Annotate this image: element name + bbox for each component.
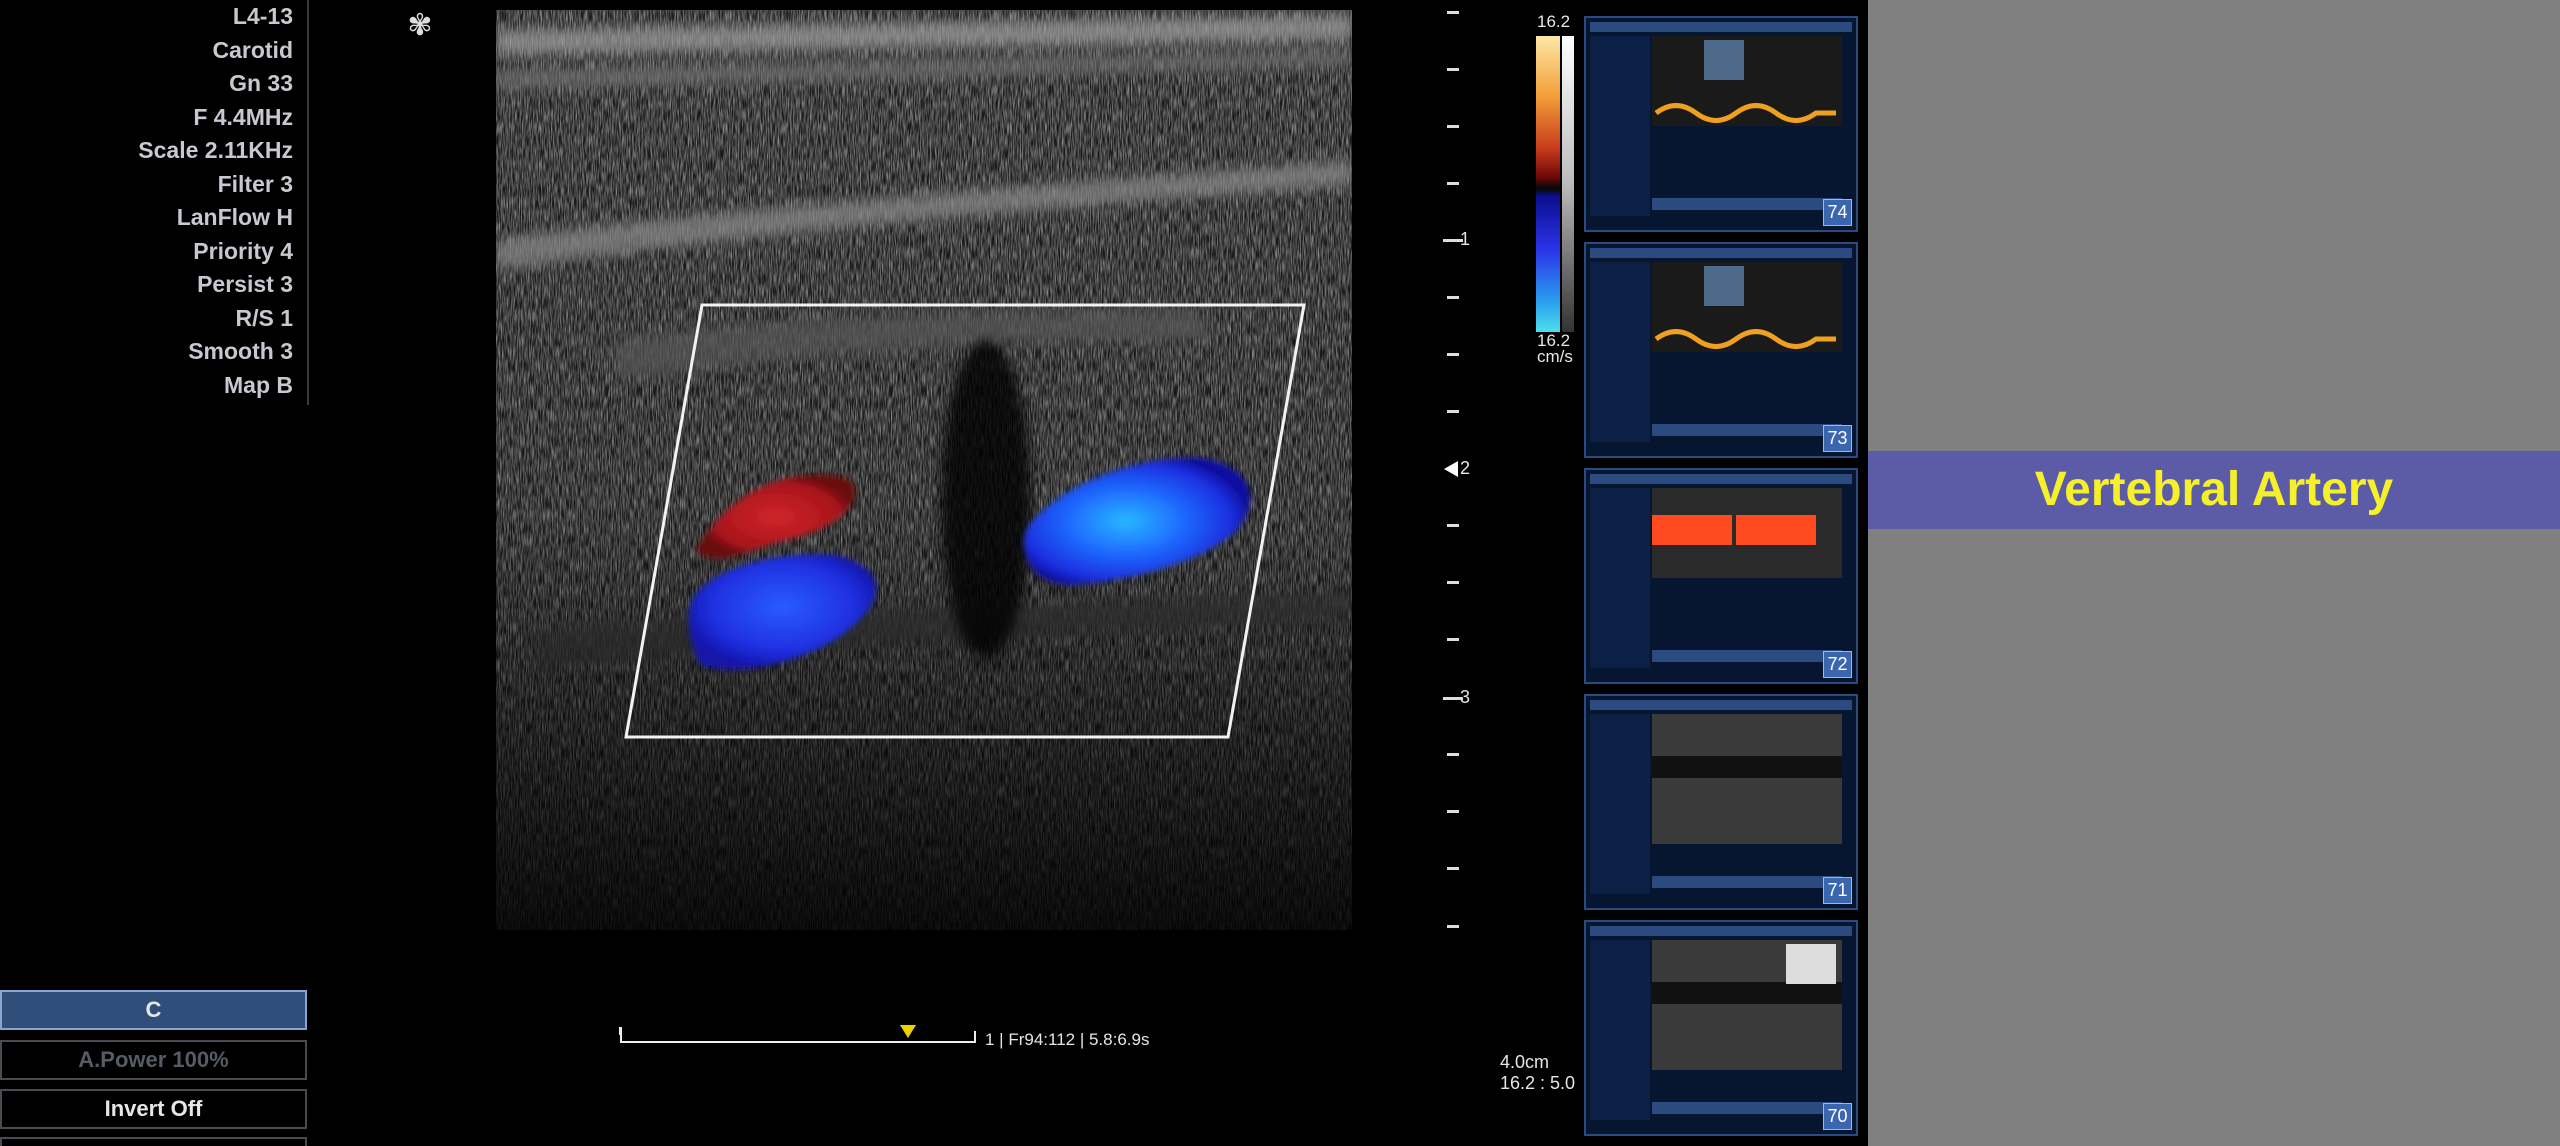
thumbnail-preview [1590, 700, 1852, 894]
thumbnail-strip: 74 73 72 71 70 [1584, 14, 1858, 1146]
thumbnail-number: 70 [1823, 1103, 1852, 1130]
depth-tick [1447, 753, 1459, 756]
depth-tick [1447, 182, 1459, 185]
menu-apower-button[interactable]: A.Power 100% [0, 1040, 307, 1080]
thumbnail-70[interactable]: 70 [1584, 920, 1858, 1136]
depth-tick [1447, 581, 1459, 584]
param-map: Map B [224, 372, 293, 398]
depth-tick [1447, 638, 1459, 641]
yellow-triangle-marker[interactable] [900, 1025, 916, 1038]
depth-label-1: 1 [1460, 229, 1471, 249]
depth-tick [1447, 810, 1459, 813]
title-banner: Vertebral Artery [1868, 451, 2560, 529]
depth-tick [1447, 524, 1459, 527]
thumbnail-number: 71 [1823, 877, 1852, 904]
thumbnail-73[interactable]: 73 [1584, 242, 1858, 458]
thumbnail-71[interactable]: 71 [1584, 694, 1858, 910]
depth-tick [1447, 68, 1459, 71]
slide-title: Vertebral Artery [2034, 463, 2394, 516]
velocity-color-bar [1536, 36, 1560, 332]
thumbnail-preview [1590, 22, 1852, 216]
depth-tick [1447, 296, 1459, 299]
param-scale: Scale 2.11KHz [138, 137, 293, 163]
cine-info: 1 | Fr94:112 | 5.8:6.9s [985, 1030, 1150, 1049]
depth-value: 4.0cm [1500, 1052, 1550, 1072]
menu-next-button[interactable] [0, 1137, 307, 1146]
ratio-value: 16.2 : 5.0 [1500, 1073, 1576, 1093]
cine-loop-bar[interactable] [620, 1031, 976, 1043]
depth-tick [1447, 867, 1459, 870]
depth-tick [1447, 353, 1459, 356]
thumbnail-preview [1590, 248, 1852, 442]
thumbnail-preview [1590, 474, 1852, 668]
flower-icon: ✾ [407, 9, 433, 42]
param-preset: Carotid [212, 37, 294, 63]
presentation-side-panel [1868, 0, 2560, 1146]
colorbar-unit: cm/s [1537, 347, 1573, 366]
thumbnail-number: 72 [1823, 651, 1852, 678]
thumbnail-number: 74 [1823, 199, 1852, 226]
thumbnail-72[interactable]: 72 [1584, 468, 1858, 684]
depth-label-3: 3 [1460, 687, 1471, 707]
grayscale-bar [1562, 36, 1574, 332]
depth-tick [1447, 925, 1459, 928]
param-probe: L4-13 [232, 3, 293, 29]
thumbnail-number: 73 [1823, 425, 1852, 452]
depth-info: 4.0cm 16.2 : 5.0 [1500, 1052, 1575, 1094]
param-priority: Priority 4 [193, 238, 293, 264]
depth-tick [1447, 11, 1459, 14]
focus-marker-icon[interactable] [1444, 461, 1458, 477]
ultrasound-image [496, 10, 1352, 930]
colorbar-top-value: 16.2 [1537, 12, 1571, 31]
depth-tick [1447, 410, 1459, 413]
menu-c-button[interactable]: C [0, 990, 307, 1030]
thumbnail-preview [1590, 926, 1852, 1120]
param-frequency: F 4.4MHz [193, 104, 293, 130]
param-rs: R/S 1 [235, 305, 293, 331]
parameter-list: L4-13 Carotid Gn 33 F 4.4MHz Scale 2.11K… [0, 0, 309, 405]
depth-tick [1447, 125, 1459, 128]
param-lanflow: LanFlow H [176, 204, 293, 230]
depth-label-2: 2 [1460, 458, 1471, 478]
param-smooth: Smooth 3 [188, 338, 293, 364]
ultrasound-screen: L4-13 Carotid Gn 33 F 4.4MHz Scale 2.11K… [0, 0, 1868, 1146]
param-gain: Gn 33 [229, 70, 293, 96]
param-persist: Persist 3 [197, 271, 293, 297]
menu-invert-button[interactable]: Invert Off [0, 1089, 307, 1129]
param-filter: Filter 3 [217, 171, 293, 197]
thumbnail-74[interactable]: 74 [1584, 16, 1858, 232]
